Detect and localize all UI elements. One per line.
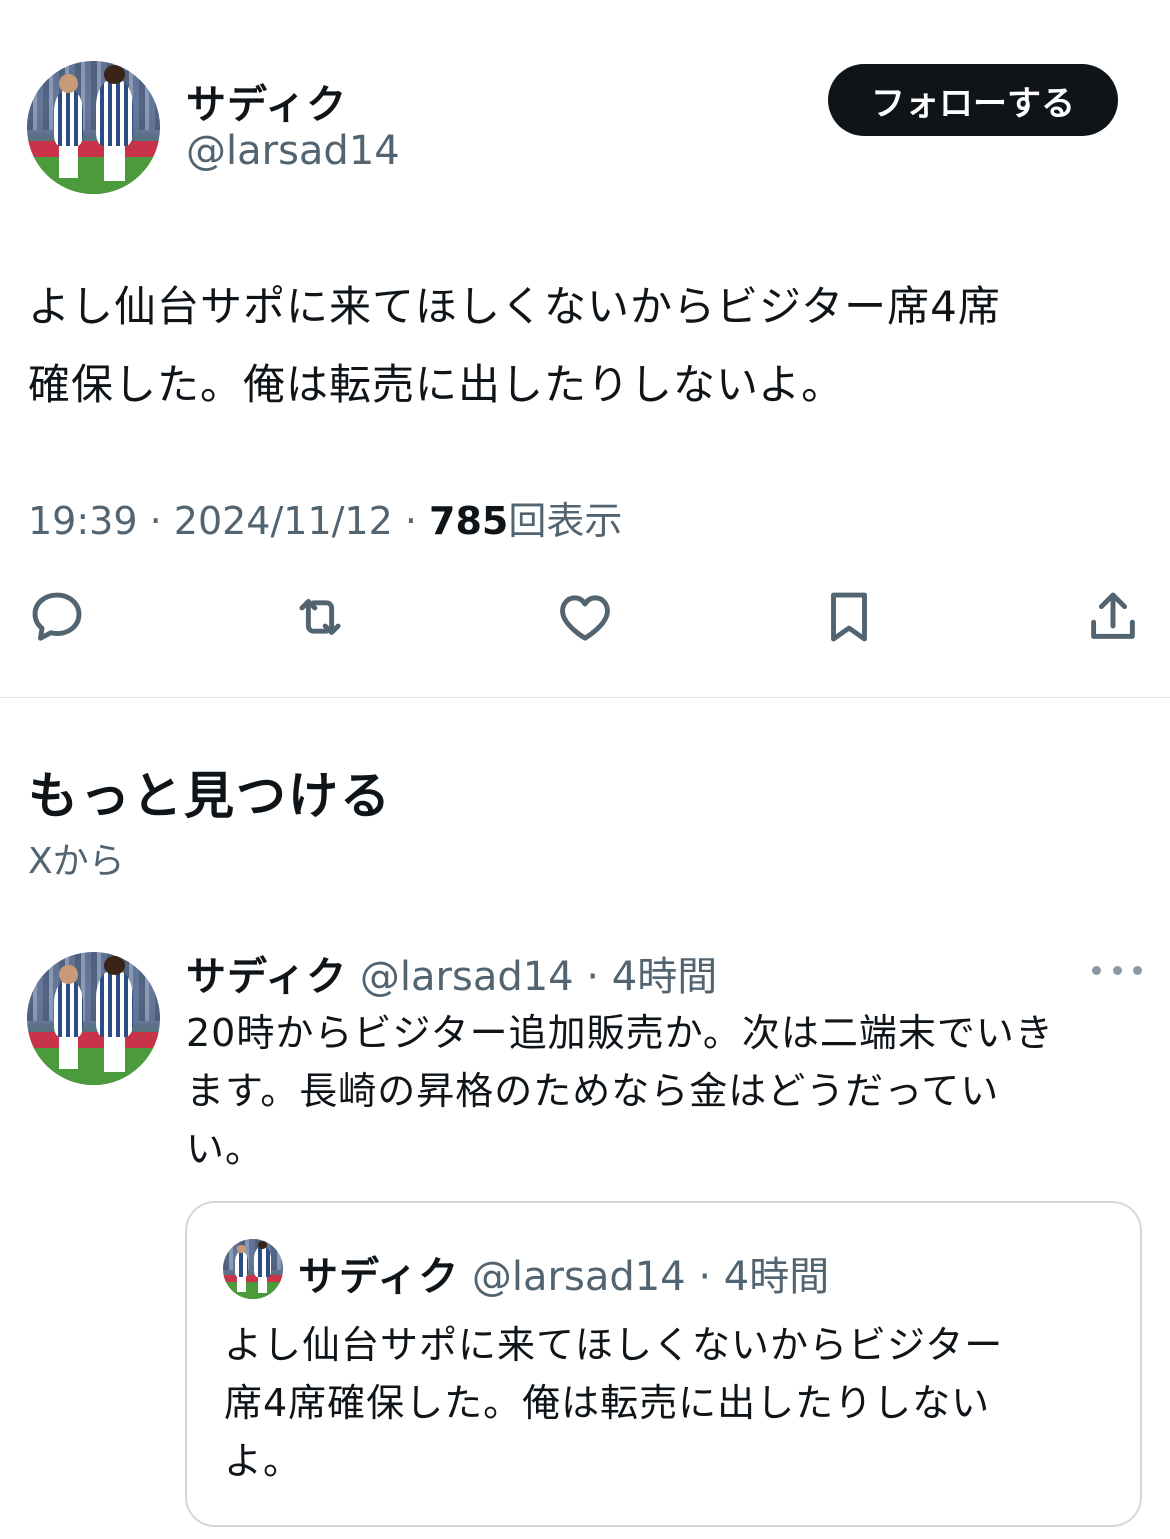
tweet-time[interactable]: 19:39 (28, 499, 138, 543)
share-button[interactable] (1082, 586, 1144, 648)
tweet-text-line: 確保した。俺は転売に出したりしないよ。 (28, 360, 845, 409)
tweet-text-line: ます。長崎の昇格のためなら金はどうだってい (186, 1069, 1000, 1113)
tweet-metadata: 19:39 · 2024/11/12 · 785回表示 (28, 490, 622, 545)
like-button[interactable] (554, 586, 616, 648)
views-count: 785 (429, 499, 509, 543)
like-icon (560, 595, 610, 641)
recommended-author-handle[interactable]: @larsad14 (360, 954, 574, 1000)
discover-subtitle: Xから (28, 841, 125, 882)
meta-separator: · (573, 954, 612, 1000)
quoted-author-avatar (223, 1239, 283, 1299)
meta-separator: · (392, 499, 430, 543)
tweet-text-line: よ。 (224, 1439, 303, 1483)
reply-button[interactable] (26, 586, 88, 648)
quoted-time-ago: 4時間 (723, 1254, 830, 1300)
tweet-date[interactable]: 2024/11/12 (174, 499, 393, 543)
tweet-text-line: 席4席確保した。俺は転売に出したりしない (224, 1381, 991, 1425)
tweet-text-line: 20時からビジター追加販売か。次は二端末でいき (186, 1011, 1054, 1055)
quoted-tweet-header: サディク @larsad14 · 4時間 (298, 1244, 829, 1302)
author-name[interactable]: サディク (186, 72, 347, 130)
quoted-author-name: サディク (298, 1254, 460, 1300)
bookmark-icon (831, 592, 867, 642)
recommended-author-avatar[interactable] (27, 952, 160, 1085)
tweet-text-line: い。 (186, 1127, 265, 1171)
retweet-button[interactable] (289, 586, 351, 648)
discover-title: もっと見つける (28, 767, 392, 825)
quoted-tweet-text: よし仙台サポに来てほしくないからビジター 席4席確保した。俺は転売に出したりしな… (224, 1316, 1104, 1490)
meta-separator: · (137, 499, 174, 543)
reply-icon (32, 592, 82, 641)
tweet-detail-page: サディク @larsad14 フォローする よし仙台サポに来てほしくないからビジ… (0, 0, 1170, 1539)
tweet-text-line: よし仙台サポに来てほしくないからビジター席4席 (28, 282, 1001, 331)
recommended-tweet-text: 20時からビジター追加販売か。次は二端末でいき ます。長崎の昇格のためなら金はど… (186, 1004, 1136, 1178)
views-label: 回表示 (508, 499, 623, 543)
recommended-time-ago[interactable]: 4時間 (612, 954, 717, 1000)
more-options-icon[interactable] (1092, 958, 1142, 982)
retweet-icon (299, 599, 341, 635)
follow-button[interactable]: フォローする (828, 64, 1118, 136)
tweet-text: よし仙台サポに来てほしくないからビジター席4席 確保した。俺は転売に出したりしな… (28, 268, 1148, 424)
recommended-tweet-header: サディク @larsad14 · 4時間 (186, 944, 717, 1002)
recommended-author-name[interactable]: サディク (186, 954, 347, 1000)
author-avatar[interactable] (27, 61, 160, 194)
quoted-author-handle: @larsad14 (471, 1254, 686, 1300)
author-handle[interactable]: @larsad14 (186, 128, 400, 174)
section-divider (0, 697, 1170, 698)
tweet-text-line: よし仙台サポに来てほしくないからビジター (224, 1323, 1004, 1367)
share-icon (1091, 592, 1135, 639)
meta-separator: · (685, 1254, 724, 1300)
bookmark-button[interactable] (818, 586, 880, 648)
